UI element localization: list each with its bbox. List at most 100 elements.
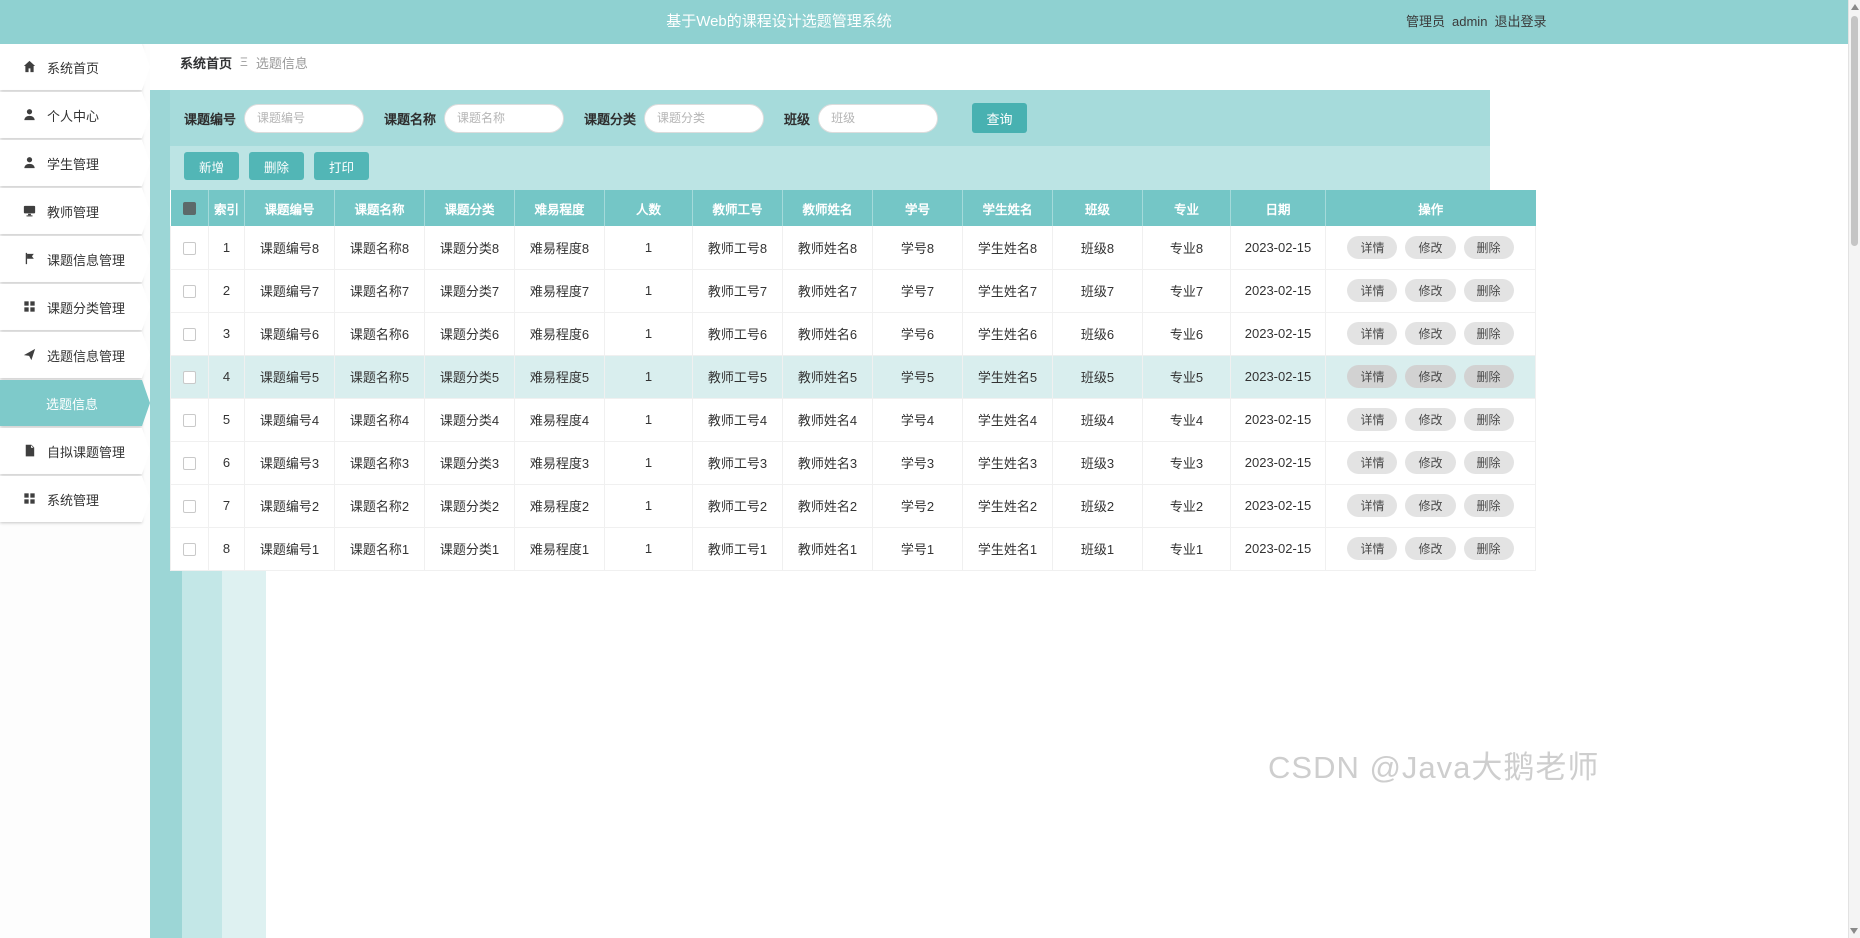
- breadcrumb-separator-icon: Ξ: [240, 55, 248, 69]
- delete-button[interactable]: 删除: [249, 152, 305, 180]
- cell: 2023-02-15: [1230, 355, 1326, 399]
- row-action-detail-button[interactable]: 详情: [1347, 322, 1398, 345]
- table-row: 3 课题编号6 课题名称6 课题分类6 难易程度6 1 教师工号6 教师姓名6 学号6 学生姓名6…: [170, 312, 1536, 356]
- row-action-edit-button[interactable]: 修改: [1405, 408, 1456, 431]
- column-header: 课题名称: [334, 190, 425, 226]
- sidebar-item-self-proposed-topic-management[interactable]: 自拟课题管理: [0, 428, 150, 474]
- cell-actions: 详情 修改 删除: [1325, 269, 1536, 313]
- cell: 课题编号1: [244, 527, 335, 571]
- sidebar-item-label: 自拟课题管理: [47, 444, 126, 460]
- select-all-checkbox[interactable]: [182, 202, 196, 216]
- sidebar-menu: 系统首页 个人中心 学生管理 教师管理 课题信息管理 课题分类管理 选题信息管理 选题信息自拟…: [0, 44, 150, 522]
- cell: 课题编号7: [244, 269, 335, 313]
- scrollbar-up-arrow-icon[interactable]: [1850, 4, 1859, 10]
- cell: 班级3: [1052, 441, 1143, 485]
- cell-index: 7: [208, 484, 245, 528]
- column-header: 人数: [604, 190, 693, 226]
- row-checkbox[interactable]: [183, 543, 196, 557]
- sidebar-item-profile[interactable]: 个人中心: [0, 92, 150, 138]
- row-checkbox[interactable]: [183, 500, 196, 514]
- query-button[interactable]: 查询: [972, 103, 1028, 133]
- row-action-detail-button[interactable]: 详情: [1347, 494, 1398, 517]
- cell: 课题名称7: [334, 269, 425, 313]
- user-role-label: 管理员: [1406, 14, 1446, 29]
- row-action-delete-button[interactable]: 删除: [1463, 537, 1514, 560]
- print-button[interactable]: 打印: [314, 152, 370, 180]
- row-action-edit-button[interactable]: 修改: [1405, 322, 1456, 345]
- row-action-edit-button[interactable]: 修改: [1405, 537, 1456, 560]
- row-action-edit-button[interactable]: 修改: [1405, 279, 1456, 302]
- logout-link[interactable]: 退出登录: [1494, 14, 1546, 29]
- cell: 难易程度6: [514, 312, 605, 356]
- table-row: 8 课题编号1 课题名称1 课题分类1 难易程度1 1 教师工号1 教师姓名1 学号1 学生姓名1…: [170, 527, 1536, 571]
- row-action-delete-button[interactable]: 删除: [1463, 235, 1514, 259]
- sidebar-item-topic-selection-info[interactable]: 选题信息: [0, 380, 150, 426]
- scrollbar[interactable]: [1848, 0, 1860, 938]
- cell: 专业8: [1142, 226, 1231, 270]
- row-action-delete-button[interactable]: 删除: [1463, 451, 1514, 474]
- column-header: 教师姓名: [782, 190, 873, 226]
- row-action-detail-button[interactable]: 详情: [1347, 408, 1398, 431]
- cell: 教师姓名6: [782, 312, 873, 356]
- cell: 班级6: [1052, 312, 1143, 356]
- sidebar: 系统首页 个人中心 学生管理 教师管理 课题信息管理 课题分类管理 选题信息管理 选题信息自拟…: [0, 44, 150, 938]
- filter-label-class: 班级: [784, 111, 811, 127]
- cell: 1: [604, 269, 693, 313]
- row-action-detail-button[interactable]: 详情: [1347, 279, 1398, 302]
- toolbar: 新增 删除 打印: [170, 146, 1490, 190]
- row-action-delete-button[interactable]: 删除: [1463, 365, 1514, 388]
- scrollbar-down-arrow-icon[interactable]: [1850, 928, 1858, 934]
- row-checkbox[interactable]: [183, 285, 196, 299]
- cell: 教师姓名7: [782, 269, 873, 313]
- row-action-detail-button[interactable]: 详情: [1347, 365, 1398, 388]
- column-header: 索引: [208, 190, 245, 226]
- row-action-edit-button[interactable]: 修改: [1405, 235, 1456, 259]
- cell: 学号4: [872, 398, 963, 442]
- row-action-delete-button[interactable]: 删除: [1463, 279, 1514, 302]
- row-checkbox[interactable]: [183, 414, 196, 428]
- cell: 学生姓名7: [962, 269, 1053, 313]
- topbar-user-area: 管理员 admin 退出登录: [1406, 0, 1546, 44]
- row-action-delete-button[interactable]: 删除: [1463, 408, 1514, 431]
- cell: 班级7: [1052, 269, 1143, 313]
- row-checkbox[interactable]: [183, 328, 196, 342]
- cell: 课题编号5: [244, 355, 335, 399]
- filter-input-topic-code[interactable]: [244, 103, 365, 133]
- table-row: 7 课题编号2 课题名称2 课题分类2 难易程度2 1 教师工号2 教师姓名2 学号2 学生姓名2…: [170, 484, 1536, 528]
- filter-input-topic-category[interactable]: [644, 103, 765, 133]
- row-action-edit-button[interactable]: 修改: [1405, 494, 1456, 517]
- sidebar-item-topic-info-management[interactable]: 课题信息管理: [0, 236, 150, 282]
- cell: 教师工号7: [692, 269, 783, 313]
- filter-input-topic-name[interactable]: [444, 103, 565, 133]
- add-button[interactable]: 新增: [184, 152, 240, 180]
- sidebar-item-topic-category-management[interactable]: 课题分类管理: [0, 284, 150, 330]
- cell: 专业1: [1142, 527, 1231, 571]
- breadcrumb-home[interactable]: 系统首页: [180, 53, 232, 72]
- sidebar-item-teacher-management[interactable]: 教师管理: [0, 188, 150, 234]
- row-action-detail-button[interactable]: 详情: [1347, 451, 1398, 474]
- row-action-delete-button[interactable]: 删除: [1463, 494, 1514, 517]
- row-checkbox[interactable]: [183, 371, 196, 385]
- cell: 班级4: [1052, 398, 1143, 442]
- cell-actions: 详情 修改 删除: [1325, 312, 1536, 356]
- sidebar-item-student-management[interactable]: 学生管理: [0, 140, 150, 186]
- sidebar-item-topic-selection-management[interactable]: 选题信息管理: [0, 332, 150, 378]
- document-icon: [22, 443, 38, 459]
- row-checkbox[interactable]: [183, 457, 196, 471]
- scrollbar-thumb[interactable]: [1851, 16, 1858, 246]
- cell: 班级2: [1052, 484, 1143, 528]
- filter-input-class[interactable]: [818, 103, 939, 133]
- cell: 学号8: [872, 226, 963, 270]
- table-row: 6 课题编号3 课题名称3 课题分类3 难易程度3 1 教师工号3 教师姓名3 学号3 学生姓名3…: [170, 441, 1536, 485]
- row-action-detail-button[interactable]: 详情: [1347, 537, 1398, 560]
- sidebar-item-system-management[interactable]: 系统管理: [0, 476, 150, 522]
- row-action-edit-button[interactable]: 修改: [1405, 365, 1456, 388]
- cell: 2023-02-15: [1230, 484, 1326, 528]
- row-action-delete-button[interactable]: 删除: [1463, 322, 1514, 345]
- row-action-detail-button[interactable]: 详情: [1347, 235, 1398, 259]
- filter-label-topic-name: 课题名称: [384, 111, 437, 127]
- sidebar-item-home[interactable]: 系统首页: [0, 44, 150, 90]
- cell-index: 6: [208, 441, 245, 485]
- row-action-edit-button[interactable]: 修改: [1405, 451, 1456, 474]
- row-checkbox[interactable]: [183, 241, 196, 255]
